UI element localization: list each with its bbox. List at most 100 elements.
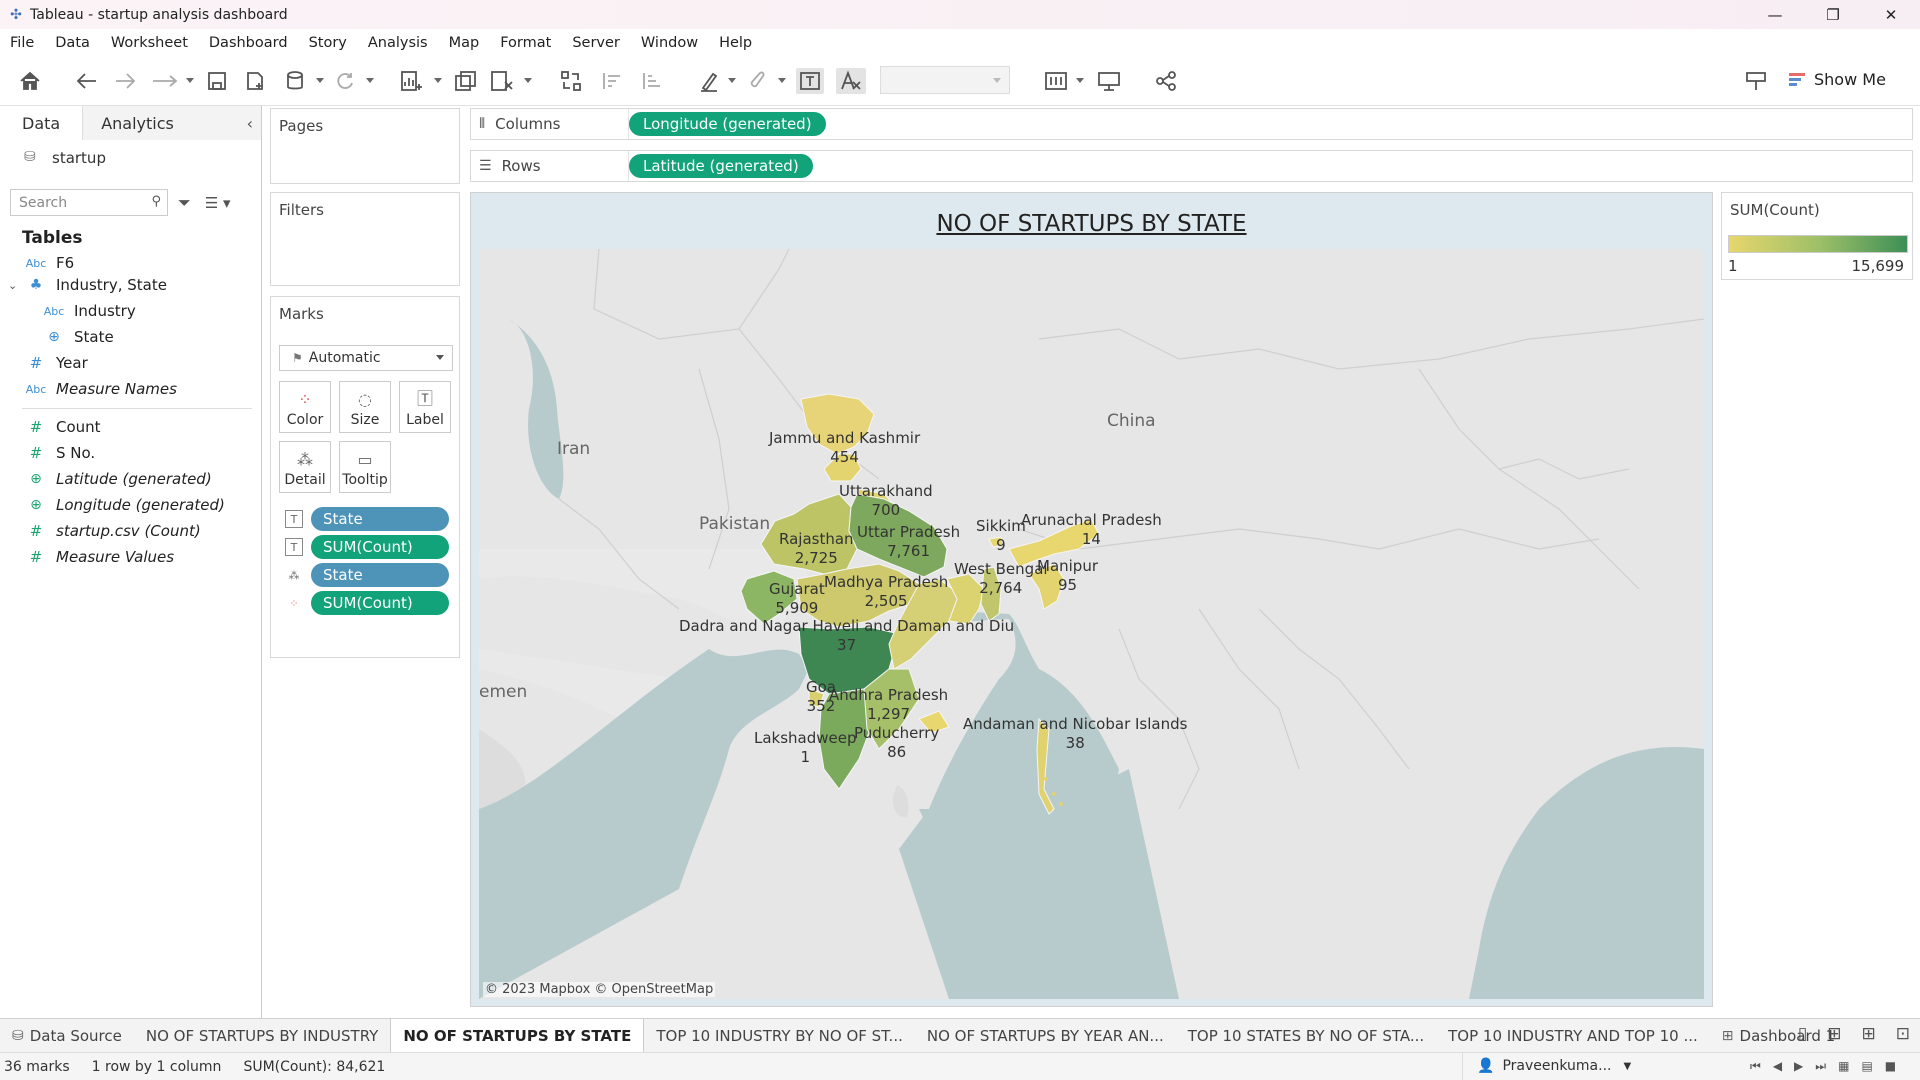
redo-icon[interactable]	[112, 68, 138, 94]
replay-icon[interactable]	[150, 68, 180, 94]
filters-card[interactable]: Filters	[270, 192, 460, 286]
menu-help[interactable]: Help	[719, 35, 752, 51]
search-input[interactable]: Search ⚲	[10, 189, 168, 216]
restore-icon[interactable]: ❐	[1804, 0, 1862, 29]
map-attribution[interactable]: © 2023 Mapbox © OpenStreetMap	[483, 982, 716, 997]
menu-worksheet[interactable]: Worksheet	[111, 35, 188, 51]
field-industry-state-hierarchy[interactable]: ⌄ ♣ Industry, State	[8, 273, 167, 297]
replay-dropdown-icon[interactable]	[186, 78, 194, 83]
new-story-tab-icon[interactable]: ⊡	[1896, 1024, 1910, 1044]
clear-dropdown-icon[interactable]	[524, 78, 532, 83]
label-button[interactable]: 🅃 Label	[399, 381, 451, 433]
menu-analysis[interactable]: Analysis	[368, 35, 428, 51]
sum-count-color-pill[interactable]: SUM(Count)	[311, 591, 449, 615]
menu-window[interactable]: Window	[641, 35, 698, 51]
highlight-dropdown-icon[interactable]	[728, 78, 736, 83]
latitude-pill[interactable]: Latitude (generated)	[629, 154, 813, 178]
tab-data[interactable]: Data	[0, 106, 84, 140]
fit-icon[interactable]	[1040, 68, 1076, 94]
state-detail-pill[interactable]: State	[311, 563, 449, 587]
field-count[interactable]: # Count	[24, 415, 101, 439]
new-story-icon[interactable]: ▯	[1798, 1024, 1807, 1044]
group-dropdown-icon[interactable]	[778, 78, 786, 83]
share-icon[interactable]	[1152, 68, 1180, 94]
field-latitude[interactable]: ⊕ Latitude (generated)	[24, 467, 212, 491]
tabs-icon[interactable]: ■	[1885, 1059, 1896, 1073]
pause-updates-icon[interactable]	[282, 68, 308, 94]
tab-data-source[interactable]: ⛁ Data Source	[0, 1019, 134, 1053]
new-datasource-icon[interactable]	[242, 68, 268, 94]
tab-top10-industry-and-top10[interactable]: TOP 10 INDUSTRY AND TOP 10 ...	[1436, 1019, 1710, 1053]
menu-server[interactable]: Server	[572, 35, 620, 51]
tooltip-button[interactable]: ▭ Tooltip	[339, 441, 391, 493]
home-icon[interactable]	[16, 68, 44, 94]
menu-format[interactable]: Format	[500, 35, 551, 51]
close-icon[interactable]: ✕	[1862, 0, 1920, 29]
duplicate-sheet-icon[interactable]	[452, 68, 480, 94]
field-state[interactable]: ⊕ State	[42, 325, 114, 349]
prev-sheet-icon[interactable]: ◀	[1773, 1059, 1782, 1073]
clear-sheet-icon[interactable]	[488, 68, 516, 94]
datasource-item[interactable]: ⛁ startup	[0, 140, 261, 176]
menu-data[interactable]: Data	[55, 35, 90, 51]
tab-analytics[interactable]: Analytics	[83, 106, 261, 140]
save-icon[interactable]	[204, 68, 230, 94]
format-painter-icon[interactable]	[1742, 68, 1770, 94]
show-me-button[interactable]: Show Me	[1788, 70, 1886, 89]
color-legend[interactable]: SUM(Count) 1 15,699	[1721, 192, 1913, 280]
sort-descending-icon[interactable]	[638, 68, 666, 94]
group-members-icon[interactable]	[746, 68, 772, 94]
swap-rows-columns-icon[interactable]	[558, 68, 586, 94]
next-sheet-icon[interactable]: ▶	[1794, 1059, 1803, 1073]
field-longitude[interactable]: ⊕ Longitude (generated)	[24, 493, 225, 517]
view-options-icon[interactable]: ☰ ▾	[205, 194, 231, 212]
state-label-pill[interactable]: State	[311, 507, 449, 531]
undo-icon[interactable]	[74, 68, 100, 94]
fit-dropdown-icon[interactable]	[1076, 78, 1084, 83]
filter-fields-icon[interactable]: ⏷	[178, 193, 191, 213]
refresh-icon[interactable]	[332, 68, 358, 94]
columns-shelf[interactable]: ⦀ Columns Longitude (generated)	[470, 108, 1913, 140]
field-year[interactable]: # Year	[24, 351, 88, 375]
new-dashboard-icon[interactable]: ⊞	[1862, 1024, 1876, 1044]
user-menu[interactable]: 👤 Praveenkuma... ▼	[1462, 1052, 1631, 1080]
new-worksheet-icon[interactable]	[398, 68, 426, 94]
highlight-icon[interactable]	[696, 68, 722, 94]
first-sheet-icon[interactable]: ⏮	[1750, 1059, 1761, 1074]
tab-startups-by-state[interactable]: NO OF STARTUPS BY STATE	[390, 1018, 645, 1053]
datasource-dropdown-icon[interactable]	[316, 78, 324, 83]
new-worksheet-icon[interactable]: ⊞	[1827, 1024, 1841, 1044]
detail-button[interactable]: ⁂ Detail	[279, 441, 331, 493]
fit-width-select[interactable]	[880, 66, 1010, 94]
field-s-no[interactable]: # S No.	[24, 441, 96, 465]
tab-top10-states[interactable]: TOP 10 STATES BY NO OF STA...	[1176, 1019, 1436, 1053]
show-mark-labels-icon[interactable]	[796, 68, 824, 94]
fix-axes-icon[interactable]	[836, 68, 866, 94]
size-button[interactable]: ◌ Size	[339, 381, 391, 433]
longitude-pill[interactable]: Longitude (generated)	[629, 112, 826, 136]
collapse-pane-icon[interactable]: ‹	[247, 114, 253, 133]
rows-shelf[interactable]: ☰ Rows Latitude (generated)	[470, 150, 1913, 182]
new-worksheet-dropdown-icon[interactable]	[434, 78, 442, 83]
sort-ascending-icon[interactable]	[598, 68, 626, 94]
field-f6[interactable]: Abc F6	[24, 251, 74, 275]
menu-file[interactable]: File	[10, 35, 34, 51]
tab-startups-by-industry[interactable]: NO OF STARTUPS BY INDUSTRY	[134, 1019, 390, 1053]
minimize-icon[interactable]: —	[1746, 0, 1804, 29]
field-measure-values[interactable]: # Measure Values	[24, 545, 174, 569]
field-industry[interactable]: Abc Industry	[42, 299, 136, 323]
presentation-mode-icon[interactable]	[1094, 68, 1124, 94]
menu-story[interactable]: Story	[309, 35, 347, 51]
filmstrip-icon[interactable]: ▤	[1861, 1059, 1872, 1073]
menu-dashboard[interactable]: Dashboard	[209, 35, 288, 51]
tab-top10-industry[interactable]: TOP 10 INDUSTRY BY NO OF ST...	[644, 1019, 915, 1053]
pages-card[interactable]: Pages	[270, 108, 460, 184]
show-sheets-grid-icon[interactable]: ▦	[1838, 1059, 1849, 1073]
last-sheet-icon[interactable]: ⏭	[1815, 1059, 1826, 1074]
mark-type-dropdown[interactable]: ⚑ Automatic	[279, 345, 453, 371]
field-startup-count[interactable]: # startup.csv (Count)	[24, 519, 201, 543]
field-measure-names[interactable]: Abc Measure Names	[24, 377, 177, 401]
chevron-down-icon[interactable]: ⌄	[8, 279, 20, 292]
color-button[interactable]: ⁘ Color	[279, 381, 331, 433]
sum-count-label-pill[interactable]: SUM(Count)	[311, 535, 449, 559]
